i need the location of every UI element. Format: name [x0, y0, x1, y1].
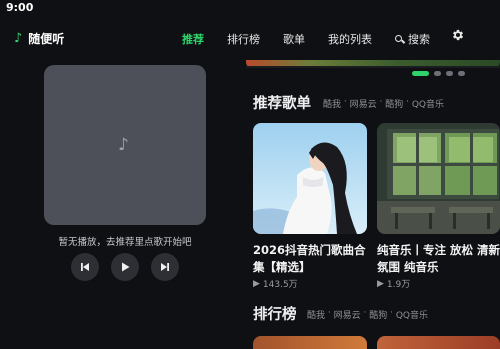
source-kuwo[interactable]: 酷我	[323, 97, 341, 110]
section-title-ranking: 排行榜	[253, 307, 297, 323]
source-separator: ·	[360, 308, 370, 318]
source-kuwo[interactable]: 酷我	[307, 308, 325, 321]
status-time: 9:00	[6, 1, 34, 14]
source-netease[interactable]: 网易云	[350, 97, 377, 110]
carousel-indicator	[412, 71, 465, 76]
play-count-icon: ▶	[377, 278, 384, 289]
top-bar: ♪ 随便听 推荐 排行榜 歌单 我的列表 搜索	[0, 24, 500, 52]
source-separator: ·	[387, 308, 396, 318]
search-button[interactable]: 搜索	[395, 31, 430, 47]
playlist-title[interactable]: 2026抖音热门歌曲合集【精选】	[253, 242, 371, 276]
tab-my-list[interactable]: 我的列表	[328, 31, 372, 47]
carousel-dot-active[interactable]	[412, 71, 429, 76]
carousel-dot[interactable]	[446, 71, 453, 76]
tab-charts[interactable]: 排行榜	[227, 31, 260, 47]
banner-carousel[interactable]	[246, 60, 500, 68]
source-kugou[interactable]: 酷狗	[385, 97, 403, 110]
section-title-playlists: 推荐歌单	[253, 96, 311, 112]
carousel-dot[interactable]	[434, 71, 441, 76]
search-icon	[395, 34, 404, 44]
playlist-source-list: 酷我 · 网易云 · 酷狗 · QQ音乐	[323, 97, 444, 110]
skip-next-icon	[161, 263, 169, 271]
playlist-cover-illustration	[377, 123, 500, 234]
play-count-value: 143.5万	[262, 280, 298, 290]
playlist-cover-illustration	[253, 123, 367, 234]
ranking-source-list: 酷我 · 网易云 · 酷狗 · QQ音乐	[307, 308, 428, 321]
next-button[interactable]	[151, 253, 179, 281]
play-count: ▶ 143.5万	[253, 277, 298, 291]
source-qqmusic[interactable]: QQ音乐	[412, 97, 444, 110]
play-icon	[122, 262, 130, 272]
playlist-cover-image[interactable]	[377, 123, 500, 234]
source-netease[interactable]: 网易云	[334, 308, 361, 321]
tab-songs[interactable]: 歌单	[283, 31, 305, 47]
play-count-value: 1.9万	[386, 280, 411, 290]
status-bar: 9:00	[0, 0, 500, 16]
carousel-dot[interactable]	[458, 71, 465, 76]
source-separator: ·	[325, 308, 334, 318]
source-separator: ·	[341, 97, 350, 107]
source-qqmusic[interactable]: QQ音乐	[396, 308, 428, 321]
source-separator: ·	[376, 97, 386, 107]
play-count-icon: ▶	[253, 278, 260, 289]
play-button[interactable]	[111, 253, 139, 281]
previous-button[interactable]	[71, 253, 99, 281]
tab-recommend[interactable]: 推荐	[182, 31, 204, 47]
play-count: ▶ 1.9万	[377, 277, 411, 291]
search-label: 搜索	[408, 33, 430, 46]
ranking-card[interactable]	[377, 336, 500, 349]
playlist-cover-image[interactable]	[253, 123, 367, 234]
empty-playback-hint: 暂无播放，去推荐里点歌开始吧	[58, 237, 192, 248]
music-note-icon: ♪	[118, 135, 129, 155]
playlist-title[interactable]: 纯音乐丨专注 放松 清新 氛围 纯音乐	[377, 242, 500, 276]
skip-previous-icon	[81, 263, 89, 271]
now-playing-cover: ♪	[44, 65, 206, 225]
main-nav: 推荐 排行榜 歌单 我的列表 搜索	[0, 31, 500, 47]
ranking-card[interactable]	[253, 336, 367, 349]
settings-gear-icon[interactable]	[451, 28, 465, 42]
source-kugou[interactable]: 酷狗	[369, 308, 387, 321]
source-separator: ·	[403, 97, 412, 107]
